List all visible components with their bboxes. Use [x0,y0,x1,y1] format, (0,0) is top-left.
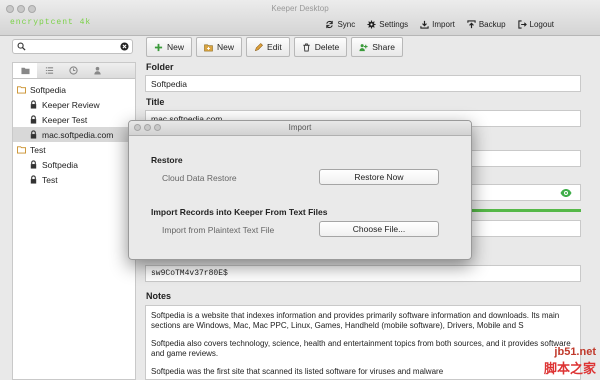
list-tab-icon [45,67,53,74]
watermark: jb51.net 脚本之家 [544,346,596,377]
sync-button[interactable]: Sync [325,20,355,29]
search-field[interactable] [12,39,133,54]
search-input[interactable] [28,41,116,52]
backup-button[interactable]: Backup [467,20,506,29]
notes-paragraph: Softpedia also covers technology, scienc… [151,339,571,358]
delete-button[interactable]: Delete [293,37,348,57]
top-actions: Sync Settings Import Backup Logout [325,20,554,29]
sync-icon [326,20,334,29]
import-icon [420,20,429,29]
keeper-window: Keeper Desktop encryptcent 4k Sync Setti… [0,0,600,380]
backup-icon [467,20,476,29]
new-record-button[interactable]: New [146,37,193,57]
user-email: encryptcent 4k [10,18,92,27]
tree-item-label: Test [30,144,46,155]
restore-heading: Restore [151,155,183,165]
logout-label: Logout [529,20,554,29]
new-folder-button[interactable]: New [196,37,243,57]
plaintext-import-label: Import from Plaintext Text File [162,225,275,235]
search-icon [17,42,26,51]
record-tree: Softpedia Keeper Review Keeper Test mac.… [13,79,135,187]
clear-search-icon[interactable] [120,42,129,51]
eye-icon[interactable] [560,187,572,199]
delete-label: Delete [314,42,340,52]
lock-icon [30,130,37,139]
import-dialog: Import Restore Cloud Data Restore Restor… [128,120,472,260]
cloud-restore-label: Cloud Data Restore [162,173,237,183]
settings-label: Settings [379,20,409,29]
logout-icon [517,20,527,29]
import-button[interactable]: Import [420,20,455,29]
choose-file-button[interactable]: Choose File... [319,221,439,237]
dialog-title-bar: Import [129,121,471,136]
folder-icon [17,86,26,94]
plus-icon [154,43,163,51]
title-bar: Keeper Desktop encryptcent 4k Sync Setti… [0,0,600,36]
trash-icon [303,42,310,52]
backup-label: Backup [478,20,506,29]
edit-button[interactable]: Edit [246,37,290,57]
folder-icon [17,146,26,154]
window-title: Keeper Desktop [271,4,329,13]
import-heading: Import Records into Keeper From Text Fil… [151,207,328,217]
tab-list[interactable] [37,63,61,78]
import-label: Import [432,20,455,29]
folder-tab-icon [20,67,30,75]
new-record-label: New [167,42,185,52]
record-toolbar: New New Edit Delete Share [146,37,403,57]
folder-add-icon [204,44,213,51]
lock-icon [30,115,37,124]
folder-item-test[interactable]: Test [13,142,135,157]
sidebar: Softpedia Keeper Review Keeper Test mac.… [12,62,136,380]
edit-label: Edit [267,42,282,52]
record-item-mac-softpedia[interactable]: mac.softpedia.com [13,127,135,142]
notes-field[interactable]: Softpedia is a website that indexes info… [145,305,581,380]
lock-icon [30,100,37,109]
tree-item-label: Keeper Test [42,114,88,125]
password-field[interactable]: sw9CoTM4v37r80E$ [145,265,581,282]
watermark-cn: 脚本之家 [543,361,596,376]
notes-paragraph: Softpedia is a website that indexes info… [151,311,560,330]
share-button[interactable]: Share [351,37,403,57]
tree-item-label: Keeper Review [42,99,100,110]
sidebar-tabs [13,63,135,79]
notes-label: Notes [146,291,172,301]
tab-recent[interactable] [61,63,85,78]
record-item-keeper-test[interactable]: Keeper Test [13,112,135,127]
restore-now-button[interactable]: Restore Now [319,169,439,185]
tree-item-label: Test [42,174,58,185]
lock-icon [30,175,37,184]
clock-tab-icon [68,66,78,75]
settings-button[interactable]: Settings [367,20,408,29]
tab-shared[interactable] [85,63,109,78]
folder-field[interactable]: Softpedia [145,75,581,92]
tree-item-label: Softpedia [42,159,78,170]
folder-label: Folder [146,62,174,72]
pencil-icon [254,42,263,51]
dialog-title: Import [288,123,312,132]
sync-label: Sync [337,20,356,29]
tree-item-label: mac.softpedia.com [42,129,114,140]
user-tab-icon [93,66,101,75]
new-folder-label: New [217,42,235,52]
lock-icon [30,160,37,169]
record-item-keeper-review[interactable]: Keeper Review [13,97,135,112]
notes-paragraph: Softpedia was the first site that scanne… [151,367,444,376]
tab-folders[interactable] [13,63,37,78]
share-label: Share [372,42,395,52]
folder-item-softpedia[interactable]: Softpedia [13,82,135,97]
tree-item-label: Softpedia [30,84,66,95]
title-label: Title [146,97,165,107]
record-item-test[interactable]: Test [13,172,135,187]
gear-icon [367,20,376,29]
logout-button[interactable]: Logout [517,20,554,29]
watermark-site: jb51.net [554,346,596,358]
share-users-icon [359,43,368,51]
record-item-softpedia[interactable]: Softpedia [13,157,135,172]
